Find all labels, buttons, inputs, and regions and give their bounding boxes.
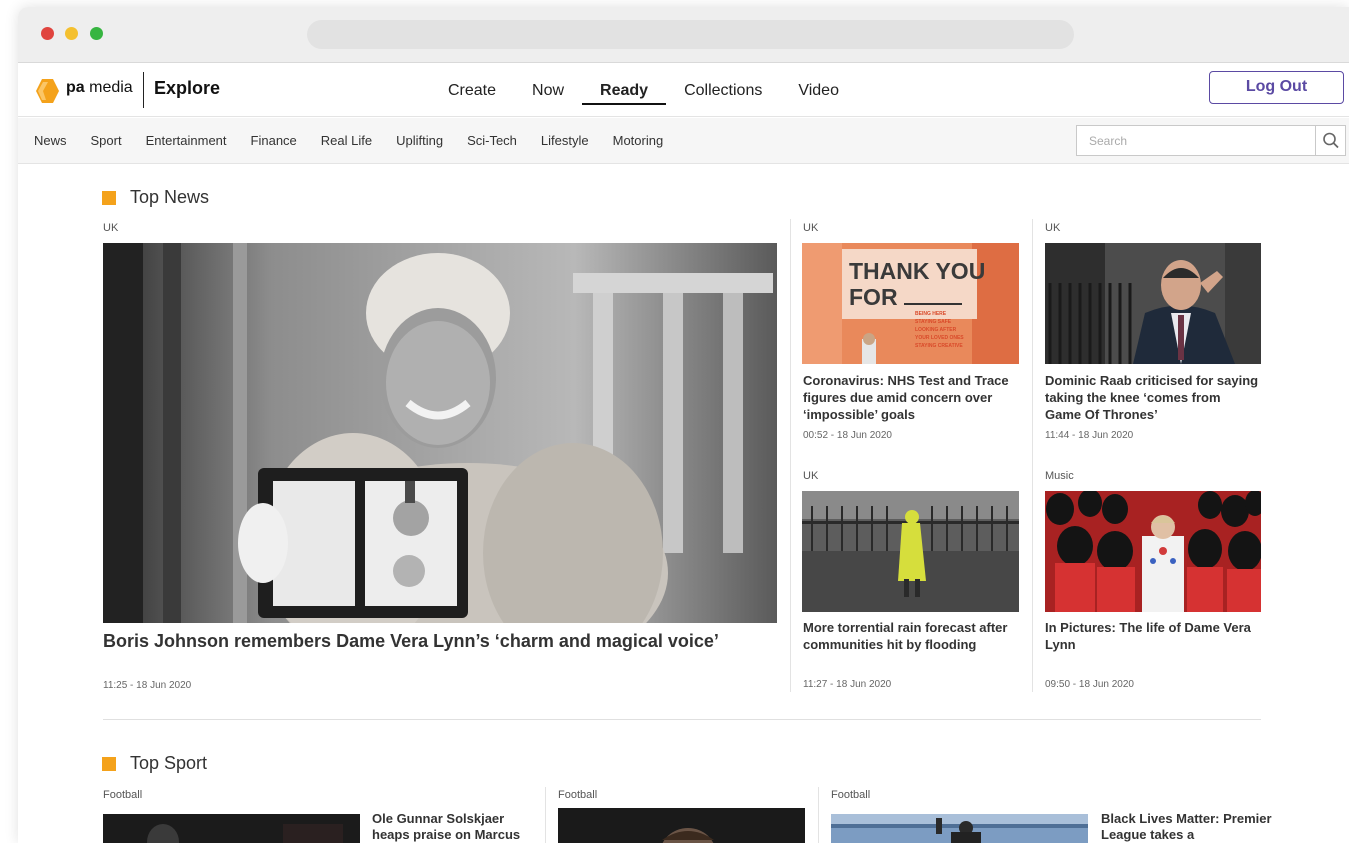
brand-wordmark[interactable]: pa media	[66, 79, 133, 97]
football-photo	[103, 814, 360, 843]
section-title-top-sport: Top Sport	[130, 753, 208, 773]
column-divider	[790, 219, 791, 692]
rain-street-photo	[802, 491, 1019, 612]
main-nav-video[interactable]: Video	[780, 81, 857, 105]
card-time: 11:27 - 18 Jun 2020	[803, 679, 892, 690]
category-news[interactable]: News	[34, 133, 67, 148]
address-bar[interactable]	[307, 20, 1074, 49]
maximize-window-button[interactable]	[90, 27, 103, 40]
card-headline[interactable]: Dominic Raab criticised for saying takin…	[1045, 372, 1260, 423]
main-nav-collections[interactable]: Collections	[666, 81, 780, 105]
card-image[interactable]	[1045, 243, 1261, 364]
category-lifestyle[interactable]: Lifestyle	[541, 133, 589, 148]
brand-bold: pa	[66, 79, 85, 96]
main-nav-ready[interactable]: Ready	[582, 81, 667, 105]
guardsmen-photo	[1045, 491, 1261, 612]
section-marker	[102, 190, 116, 205]
card-time: 00:52 - 18 Jun 2020	[803, 430, 892, 441]
close-window-button[interactable]	[41, 27, 54, 40]
brand-light: media	[89, 79, 133, 96]
card-headline[interactable]: Coronavirus: NHS Test and Trace figures …	[803, 372, 1018, 423]
sport-card-tag[interactable]: Football	[103, 789, 142, 801]
sport-card-tag[interactable]: Football	[558, 789, 597, 801]
poster-line2: FOR	[849, 284, 898, 310]
card-time: 11:44 - 18 Jun 2020	[1045, 430, 1134, 441]
category-sport[interactable]: Sport	[91, 133, 122, 148]
politician-photo	[1045, 243, 1261, 364]
section-title-top-news: Top News	[130, 187, 210, 207]
section-divider	[103, 719, 1261, 720]
card-headline[interactable]: In Pictures: The life of Dame Vera Lynn	[1045, 619, 1260, 653]
football-photo	[558, 808, 805, 843]
search-button[interactable]	[1315, 126, 1345, 155]
main-nav-now[interactable]: Now	[514, 81, 582, 105]
sport-card-image[interactable]	[831, 814, 1088, 843]
poster-small-3: LOOKING AFTER	[915, 327, 957, 333]
lead-story-time: 11:25 - 18 Jun 2020	[103, 680, 192, 691]
poster-line1: THANK YOU	[849, 258, 985, 284]
card-tag[interactable]: Music	[1045, 470, 1074, 482]
category-sci-tech[interactable]: Sci-Tech	[467, 133, 517, 148]
poster-small-2: STAYING SAFE	[915, 319, 952, 325]
sport-card-headline[interactable]: Ole Gunnar Solskjaer heaps praise on Mar…	[372, 811, 537, 843]
sport-card-image[interactable]	[103, 814, 360, 843]
lead-story-tag[interactable]: UK	[103, 222, 118, 234]
card-time: 09:50 - 18 Jun 2020	[1045, 679, 1134, 690]
card-image[interactable]	[802, 491, 1019, 612]
column-divider	[545, 787, 546, 843]
thank-you-poster-photo: THANK YOU FOR BEING HERE STAYING SAFE LO…	[802, 243, 1019, 364]
category-motoring[interactable]: Motoring	[613, 133, 664, 148]
main-nav-create[interactable]: Create	[430, 81, 514, 105]
category-nav: News Sport Entertainment Finance Real Li…	[18, 118, 1349, 164]
category-uplifting[interactable]: Uplifting	[396, 133, 443, 148]
lead-photo	[103, 243, 777, 623]
sport-card-image[interactable]	[558, 808, 805, 843]
category-entertainment[interactable]: Entertainment	[146, 133, 227, 148]
brand-divider	[143, 72, 144, 108]
sport-card-headline[interactable]: Black Lives Matter: Premier League takes…	[1101, 811, 1276, 843]
card-tag[interactable]: UK	[803, 222, 818, 234]
search-icon	[1323, 132, 1339, 149]
card-image[interactable]: THANK YOU FOR BEING HERE STAYING SAFE LO…	[802, 243, 1019, 364]
category-real-life[interactable]: Real Life	[321, 133, 372, 148]
poster-small-5: STAYING CREATIVE	[915, 343, 963, 349]
poster-small-4: YOUR LOVED ONES	[915, 335, 964, 341]
card-tag[interactable]: UK	[803, 470, 818, 482]
minimize-window-button[interactable]	[65, 27, 78, 40]
lead-story-image[interactable]	[103, 243, 777, 623]
section-marker	[102, 756, 116, 771]
stadium-photo	[831, 814, 1088, 843]
browser-window: pa media Explore Create Now Ready Collec…	[18, 7, 1349, 843]
log-out-button[interactable]: Log Out	[1209, 71, 1344, 104]
poster-small-1: BEING HERE	[915, 311, 947, 317]
card-image[interactable]	[1045, 491, 1261, 612]
column-divider	[1032, 219, 1033, 692]
section-top-news: Top News	[102, 187, 209, 208]
main-nav: Create Now Ready Collections Video	[430, 81, 857, 105]
product-name: Explore	[154, 78, 221, 98]
browser-chrome	[18, 7, 1349, 63]
pa-logo-icon[interactable]	[34, 78, 60, 104]
section-top-sport: Top Sport	[102, 753, 207, 774]
category-finance[interactable]: Finance	[251, 133, 297, 148]
top-navigation: pa media Explore Create Now Ready Collec…	[18, 63, 1349, 117]
card-tag[interactable]: UK	[1045, 222, 1060, 234]
card-headline[interactable]: More torrential rain forecast after comm…	[803, 619, 1018, 653]
search-box	[1076, 125, 1346, 156]
column-divider	[818, 787, 819, 843]
search-input[interactable]	[1077, 126, 1315, 155]
sport-card-tag[interactable]: Football	[831, 789, 870, 801]
lead-story-headline[interactable]: Boris Johnson remembers Dame Vera Lynn’s…	[103, 629, 783, 653]
